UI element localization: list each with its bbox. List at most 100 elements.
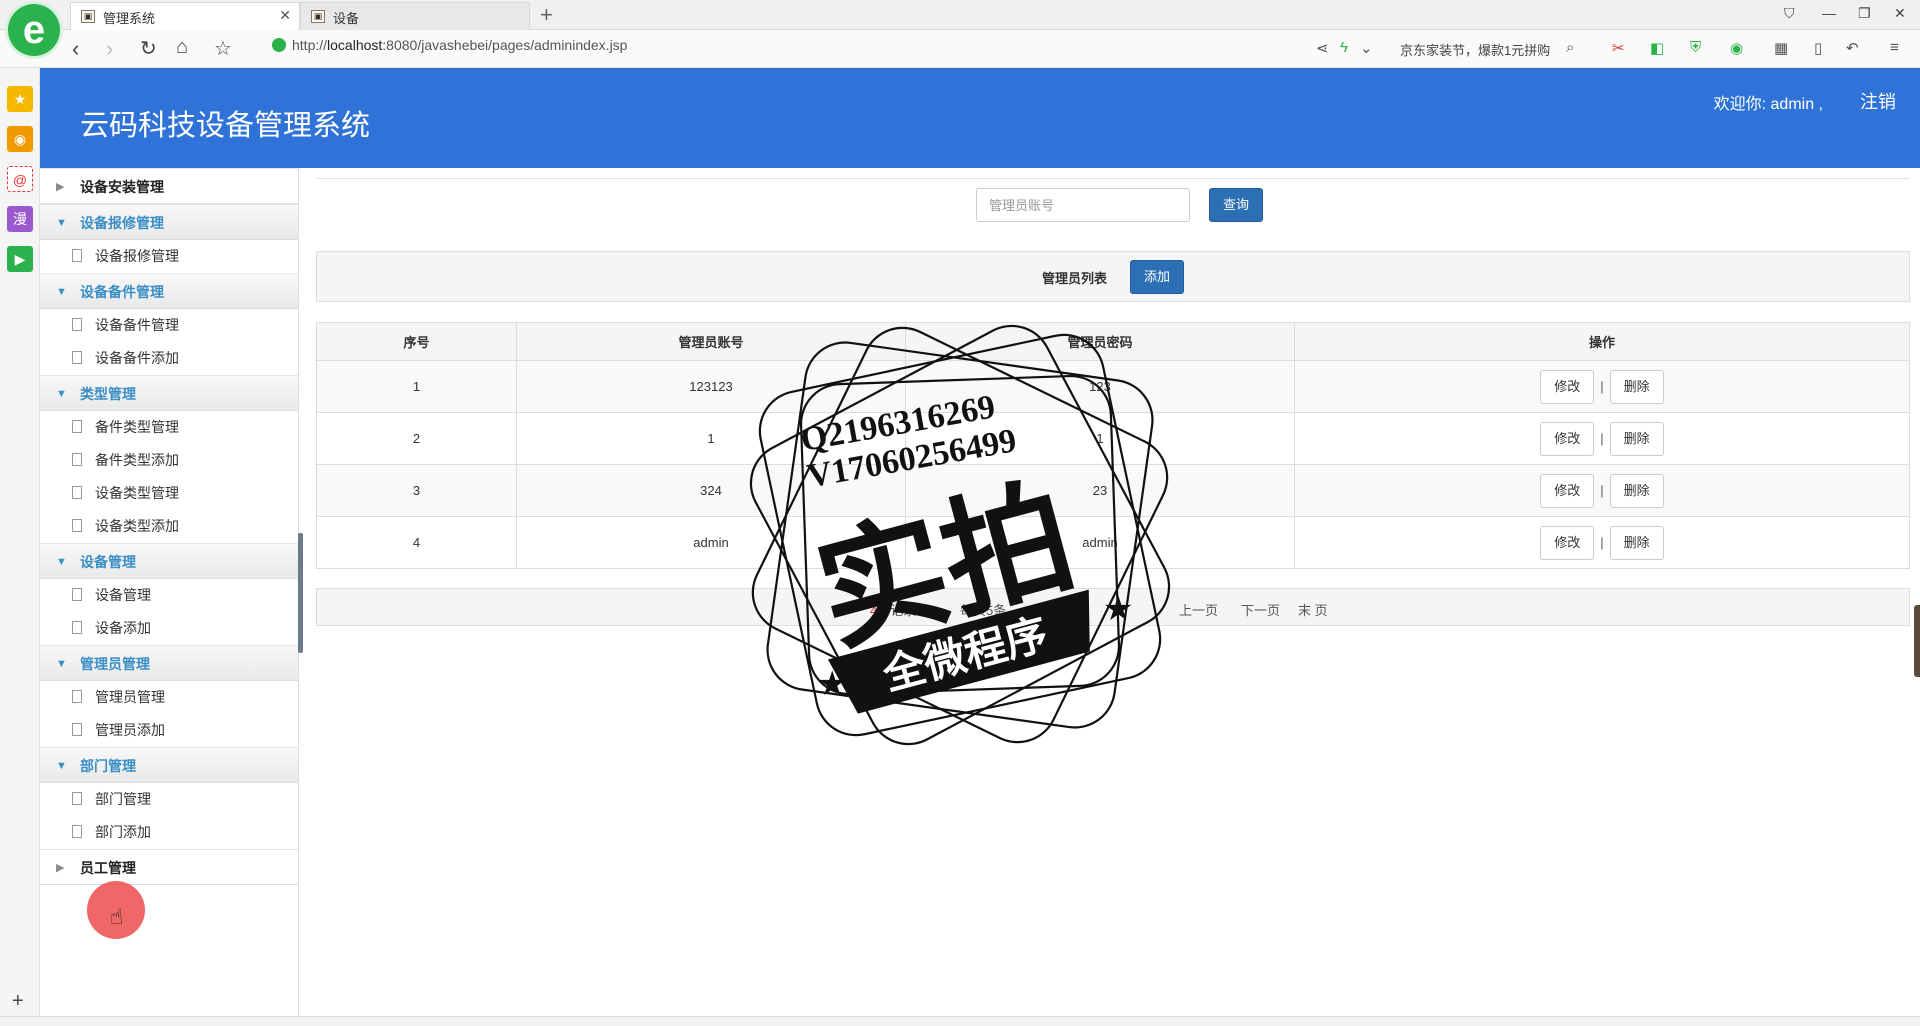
- restore-icon[interactable]: ❐: [1858, 5, 1871, 22]
- browser-tab-device[interactable]: ▣ 设备: [300, 2, 530, 30]
- menu-item-device-type-manage[interactable]: 设备类型管理: [40, 477, 298, 510]
- menu-item-parts-add[interactable]: 设备备件添加: [40, 342, 298, 375]
- delete-button[interactable]: 删除: [1609, 525, 1664, 560]
- page-favicon-icon: ▣: [81, 10, 95, 23]
- last-page-link[interactable]: 末 页: [1298, 600, 1328, 619]
- menu-group-admins[interactable]: ▼ 管理员管理: [40, 645, 298, 681]
- table-row: 1 123123 123 修改 | 删除: [316, 360, 1910, 413]
- search-icon[interactable]: ⌕: [1566, 39, 1574, 56]
- apps-grid-icon[interactable]: ▦: [1774, 39, 1788, 57]
- document-icon: [72, 519, 82, 532]
- menu-group-label: 设备管理: [80, 554, 136, 570]
- delete-button[interactable]: 删除: [1609, 473, 1664, 508]
- weibo-icon[interactable]: ◉: [7, 126, 33, 152]
- video-icon[interactable]: ▶: [7, 246, 33, 272]
- scissors-icon[interactable]: ✂: [1612, 39, 1625, 57]
- query-button[interactable]: 查询: [1209, 188, 1263, 222]
- home-icon[interactable]: ⌂: [176, 36, 188, 59]
- edit-button[interactable]: 修改: [1540, 369, 1595, 404]
- menu-icon[interactable]: ≡: [1890, 39, 1899, 56]
- forward-icon[interactable]: ›: [106, 36, 113, 62]
- menu-group-devices[interactable]: ▼ 设备管理: [40, 543, 298, 579]
- comic-icon[interactable]: 漫: [7, 206, 33, 232]
- menu-group-label: 部门管理: [80, 758, 136, 774]
- close-tab-icon[interactable]: ✕: [279, 7, 291, 24]
- prev-page-link[interactable]: 上一页: [1179, 600, 1218, 619]
- app-header: 云码科技设备管理系统 欢迎你: admin , 注销: [40, 68, 1920, 168]
- menu-group-label: 类型管理: [80, 386, 136, 402]
- side-panel-handle[interactable]: [1914, 605, 1920, 677]
- browser-logo-icon[interactable]: e: [8, 4, 60, 56]
- menu-group-install[interactable]: ▶ 设备安装管理: [40, 168, 298, 204]
- menu-item-label: 设备报修管理: [95, 248, 179, 264]
- reload-icon[interactable]: ↻: [140, 36, 157, 61]
- menu-item-repair-manage[interactable]: 设备报修管理: [40, 240, 298, 273]
- pager-per-page: 每页5条: [960, 603, 1007, 618]
- menu-item-parts-manage[interactable]: 设备备件管理: [40, 309, 298, 342]
- document-icon: [72, 723, 82, 736]
- pagination-bar: 4条记录 每页5条 上一页 下一页 末 页: [316, 588, 1910, 626]
- cell-actions: 修改 | 删除: [1294, 360, 1910, 413]
- back-icon[interactable]: ‹: [72, 36, 79, 62]
- delete-button[interactable]: 删除: [1609, 369, 1664, 404]
- add-admin-button[interactable]: 添加: [1130, 260, 1184, 294]
- shield-extension-icon[interactable]: ⛨: [1690, 39, 1701, 56]
- edit-button[interactable]: 修改: [1540, 525, 1595, 560]
- admin-account-search-input[interactable]: [976, 188, 1190, 222]
- edit-button[interactable]: 修改: [1540, 473, 1595, 508]
- tab-label: 管理系统: [103, 11, 156, 26]
- menu-item-device-type-add[interactable]: 设备类型添加: [40, 510, 298, 543]
- menu-item-part-type-add[interactable]: 备件类型添加: [40, 444, 298, 477]
- cell-account: 324: [516, 464, 906, 517]
- promo-search-text[interactable]: 京东家装节，爆款1元拼购: [1400, 40, 1550, 59]
- menu-item-label: 管理员管理: [95, 689, 165, 705]
- undo-icon[interactable]: ↶: [1846, 39, 1859, 57]
- menu-group-parts[interactable]: ▼ 设备备件管理: [40, 273, 298, 309]
- table-row: 3 324 23 修改 | 删除: [316, 464, 1910, 517]
- menu-group-repair[interactable]: ▼ 设备报修管理: [40, 204, 298, 240]
- browser-tab-admin[interactable]: ▣ 管理系统 ✕: [70, 2, 300, 30]
- menu-item-dept-add[interactable]: 部门添加: [40, 816, 298, 849]
- edit-button[interactable]: 修改: [1540, 421, 1595, 456]
- star-icon[interactable]: ★: [7, 86, 33, 112]
- menu-item-dept-manage[interactable]: 部门管理: [40, 783, 298, 816]
- url-field[interactable]: http://localhost:8080/javashebei/pages/a…: [272, 37, 627, 53]
- menu-item-part-type-manage[interactable]: 备件类型管理: [40, 411, 298, 444]
- menu-item-device-manage[interactable]: 设备管理: [40, 579, 298, 612]
- delete-button[interactable]: 删除: [1609, 421, 1664, 456]
- menu-item-label: 管理员添加: [95, 722, 165, 738]
- menu-item-admin-add[interactable]: 管理员添加: [40, 714, 298, 747]
- minimize-icon[interactable]: —: [1822, 5, 1836, 21]
- url-path: :8080/javashebei/pages/adminindex.jsp: [382, 37, 628, 53]
- menu-group-departments[interactable]: ▼ 部门管理: [40, 747, 298, 783]
- cell-account: admin: [516, 516, 906, 569]
- menu-item-label: 设备管理: [95, 587, 151, 603]
- menu-splitter-handle[interactable]: [298, 533, 303, 653]
- cell-password: admin: [905, 516, 1295, 569]
- menu-group-types[interactable]: ▼ 类型管理: [40, 375, 298, 411]
- chevron-down-icon[interactable]: ⌄: [1360, 39, 1373, 57]
- menu-group-label: 管理员管理: [80, 656, 150, 672]
- bookmark-star-icon[interactable]: ☆: [214, 36, 232, 61]
- sidebar-add-icon[interactable]: +: [12, 990, 24, 1013]
- extension-icon[interactable]: ◧: [1650, 39, 1664, 57]
- cell-no: 2: [316, 412, 517, 465]
- lightning-icon[interactable]: ϟ: [1340, 39, 1348, 56]
- logout-link[interactable]: 注销: [1860, 88, 1896, 114]
- shirt-icon[interactable]: ⛉: [1784, 5, 1795, 22]
- document-icon: [72, 486, 82, 499]
- menu-item-device-add[interactable]: 设备添加: [40, 612, 298, 645]
- document-icon: [72, 588, 82, 601]
- phone-icon[interactable]: ▯: [1814, 39, 1822, 57]
- column-header: 操作: [1294, 322, 1910, 361]
- share-icon[interactable]: ⋖: [1316, 39, 1329, 57]
- menu-group-employees[interactable]: ▶ 员工管理: [40, 849, 298, 885]
- new-tab-icon[interactable]: +: [540, 2, 553, 28]
- game-icon[interactable]: ◉: [1730, 39, 1743, 57]
- close-window-icon[interactable]: ✕: [1894, 5, 1906, 22]
- next-page-link[interactable]: 下一页: [1241, 600, 1280, 619]
- document-icon: [72, 420, 82, 433]
- menu-item-label: 设备备件添加: [95, 350, 179, 366]
- mail-icon[interactable]: @: [7, 166, 33, 192]
- menu-item-admin-manage[interactable]: 管理员管理: [40, 681, 298, 714]
